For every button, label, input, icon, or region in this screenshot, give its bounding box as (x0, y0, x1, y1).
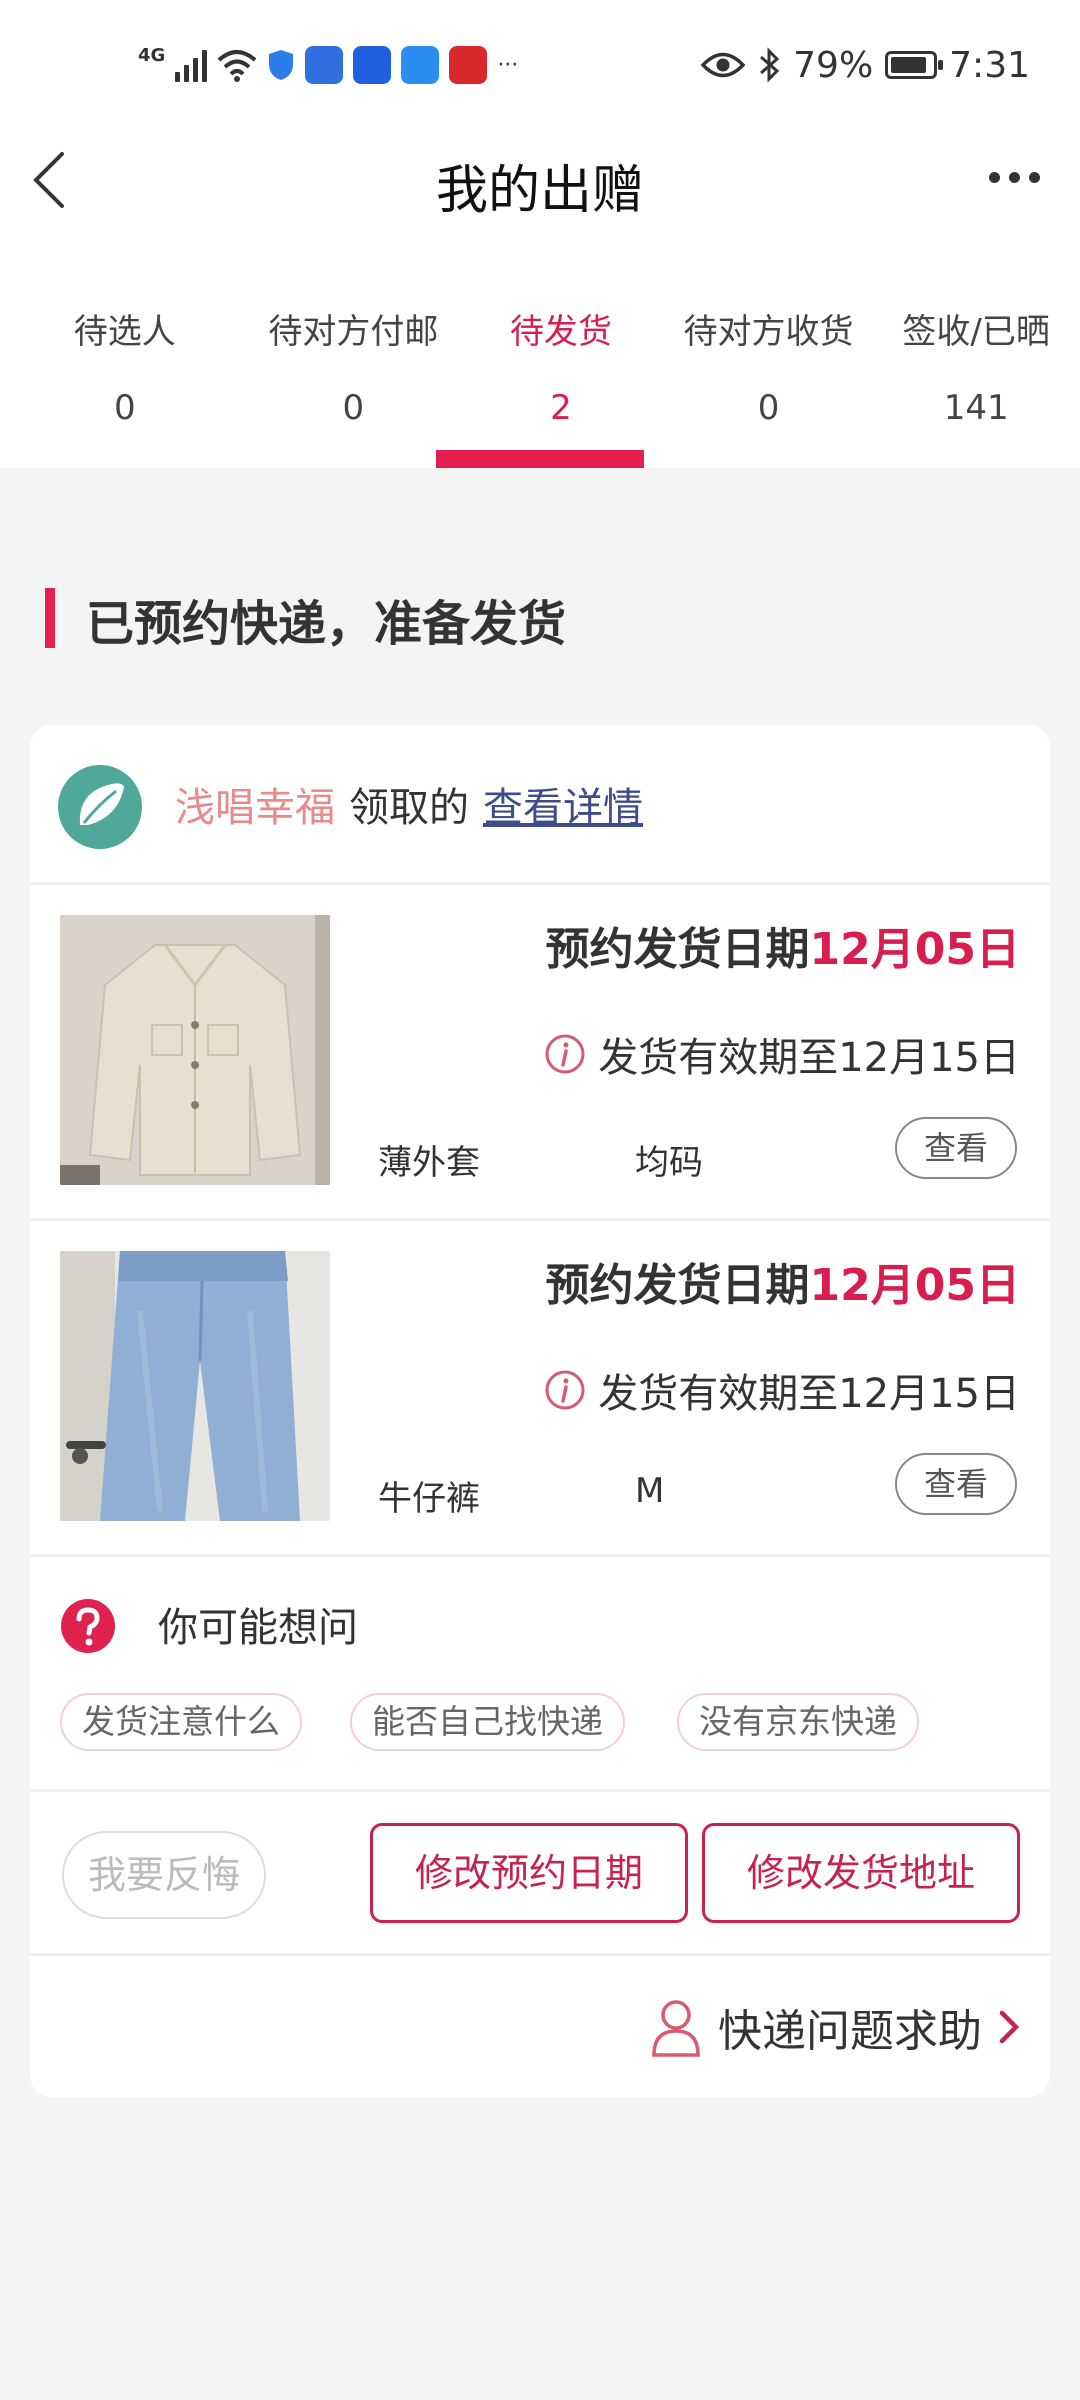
list-item: 预约发货日期12月05日 发货有效期至12月15日 牛仔裤 M 查看 (30, 1221, 1050, 1551)
delivery-help-link[interactable]: 快递问题求助 (650, 1995, 1020, 2059)
divider (30, 1953, 1050, 1956)
ship-date-row: 预约发货日期12月05日 (546, 1249, 1020, 1313)
chevron-right-icon (999, 2010, 1020, 2044)
tab-count: 0 (342, 388, 365, 428)
ship-date-label: 预约发货日期 (545, 1260, 810, 1311)
change-address-button[interactable]: 修改发货地址 (702, 1823, 1020, 1923)
battery-icon (885, 51, 944, 79)
tab-label: 待发货 (509, 312, 612, 352)
more-dots-icon[interactable] (989, 172, 1040, 183)
recipient-row: 浅唱幸福 领取的 查看详情 (175, 775, 643, 833)
more-notifications-icon: ··· (497, 52, 519, 78)
status-bar: 4G ··· 79% 7:31 (0, 0, 1080, 130)
recipient-suffix: 领取的 (349, 785, 469, 831)
product-name: 薄外套 (378, 1143, 480, 1183)
battery-percent: 79% (793, 44, 874, 86)
question-icon (61, 1599, 115, 1653)
status-tabs: 待选人 0 待对方付邮 0 待发货 2 待对方收货 0 签收/已晒 141 (0, 290, 1080, 468)
faq-title: 你可能想问 (158, 1605, 358, 1651)
bluetooth-icon (760, 47, 780, 83)
product-size: M (635, 1471, 665, 1511)
recipient-name[interactable]: 浅唱幸福 (175, 775, 335, 833)
status-right: 79% 7:31 (701, 40, 1030, 90)
ship-date-label: 预约发货日期 (545, 924, 810, 975)
valid-until-text: 发货有效期至12月15日 (598, 1371, 1020, 1417)
tab-label: 待选人 (73, 312, 176, 352)
shield-icon (269, 50, 294, 80)
ship-date-value: 12月05日 (809, 1260, 1020, 1311)
page-title: 我的出赠 (435, 161, 644, 221)
faq-chip[interactable]: 能否自己找快递 (350, 1693, 625, 1751)
product-name: 牛仔裤 (378, 1479, 480, 1519)
avatar[interactable] (58, 765, 142, 849)
app-notification-icon (305, 46, 344, 84)
info-icon (545, 1034, 585, 1074)
red-app-icon (449, 46, 488, 84)
divider (30, 1789, 1050, 1792)
view-button[interactable]: 查看 (895, 1453, 1017, 1515)
tab-count: 2 (550, 388, 572, 428)
tab-pending-postage[interactable]: 待对方付邮 0 (250, 290, 458, 468)
tab-pending-receive[interactable]: 待对方收货 0 (665, 290, 873, 468)
change-date-button[interactable]: 修改预约日期 (370, 1823, 688, 1923)
wifi-icon (217, 50, 257, 82)
jeans-photo[interactable] (60, 1251, 330, 1521)
valid-until-row: 发货有效期至12月15日 (544, 1025, 1020, 1083)
view-button[interactable]: 查看 (895, 1117, 1017, 1179)
list-item: 预约发货日期12月05日 发货有效期至12月15日 薄外套 均码 查看 (30, 885, 1050, 1215)
clock: 7:31 (949, 44, 1030, 86)
tab-label: 待对方付邮 (268, 312, 439, 352)
network-type: 4G (138, 44, 166, 66)
divider (30, 1554, 1050, 1557)
view-details-link[interactable]: 查看详情 (483, 775, 643, 833)
tab-count: 0 (757, 388, 780, 428)
weather-app-icon (401, 46, 440, 84)
tab-label: 待对方收货 (683, 312, 854, 352)
jeans-image (60, 1251, 330, 1521)
help-label: 快递问题求助 (718, 2006, 982, 2057)
valid-until-text: 发货有效期至12月15日 (598, 1035, 1020, 1081)
leaf-avatar-icon (79, 783, 124, 825)
section-accent-bar (45, 588, 55, 648)
tab-signed[interactable]: 签收/已晒 141 (872, 290, 1080, 468)
active-tab-indicator (436, 450, 644, 468)
info-icon (545, 1370, 585, 1410)
section-title: 已预约快递，准备发货 (86, 596, 567, 652)
product-size: 均码 (635, 1143, 703, 1183)
eye-icon (701, 52, 746, 78)
tab-pending-ship[interactable]: 待发货 2 (457, 290, 665, 468)
ship-date-row: 预约发货日期12月05日 (546, 913, 1020, 977)
bulb-app-icon (353, 46, 392, 84)
jacket-image (60, 915, 330, 1185)
nav-header: 我的出赠 (0, 130, 1080, 230)
faq-chip[interactable]: 没有京东快递 (677, 1693, 919, 1751)
shipment-card: 浅唱幸福 领取的 查看详情 预约发货日期12月05日 发货有效期至12月15日 … (30, 725, 1050, 2097)
tab-pending-select[interactable]: 待选人 0 (0, 290, 250, 468)
tab-count: 0 (113, 388, 136, 428)
valid-until-row: 发货有效期至12月15日 (544, 1361, 1020, 1419)
regret-button[interactable]: 我要反悔 (62, 1831, 266, 1919)
faq-chip[interactable]: 发货注意什么 (60, 1693, 302, 1751)
tab-count: 141 (943, 388, 1009, 428)
person-icon (652, 2000, 700, 2057)
status-left: 4G ··· (138, 40, 518, 90)
tab-label: 签收/已晒 (902, 312, 1050, 352)
ship-date-value: 12月05日 (809, 924, 1020, 975)
jacket-photo[interactable] (60, 915, 330, 1185)
signal-icon (175, 48, 208, 82)
